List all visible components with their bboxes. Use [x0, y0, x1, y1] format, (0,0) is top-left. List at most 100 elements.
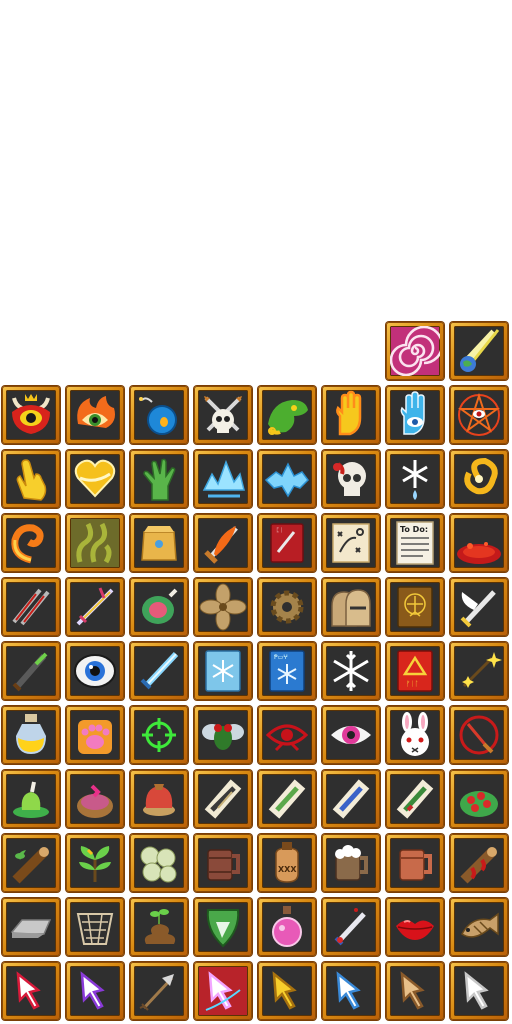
inventory-slot[interactable]	[450, 962, 508, 1020]
inventory-slot[interactable]	[386, 834, 444, 892]
inventory-slot[interactable]	[130, 514, 188, 572]
inventory-slot[interactable]	[2, 962, 60, 1020]
inventory-slot[interactable]	[194, 386, 252, 444]
slot-background	[454, 646, 504, 696]
inventory-slot[interactable]	[66, 898, 124, 956]
slot-background	[70, 710, 120, 760]
inventory-slot[interactable]	[258, 386, 316, 444]
inventory-slot[interactable]	[386, 322, 444, 380]
inventory-slot[interactable]	[2, 770, 60, 828]
inventory-slot[interactable]	[130, 898, 188, 956]
inventory-slot[interactable]	[2, 578, 60, 636]
inventory-slot[interactable]	[322, 898, 380, 956]
inventory-slot[interactable]	[386, 898, 444, 956]
inventory-slot[interactable]	[194, 450, 252, 508]
inventory-slot[interactable]	[2, 514, 60, 572]
inventory-slot[interactable]	[386, 386, 444, 444]
inventory-slot[interactable]	[450, 770, 508, 828]
inventory-slot[interactable]	[2, 834, 60, 892]
slot-background	[6, 902, 56, 952]
inventory-slot[interactable]	[322, 834, 380, 892]
slot-background	[6, 390, 56, 440]
inventory-slot[interactable]	[386, 578, 444, 636]
inventory-slot[interactable]	[258, 962, 316, 1020]
inventory-slot[interactable]	[130, 770, 188, 828]
inventory-slot[interactable]	[130, 962, 188, 1020]
inventory-slot[interactable]: Ᵽ▭ⵖ	[258, 642, 316, 700]
inventory-slot[interactable]	[66, 386, 124, 444]
inventory-slot[interactable]	[66, 514, 124, 572]
inventory-slot[interactable]	[194, 834, 252, 892]
slot-background	[326, 518, 376, 568]
ice-sword-icon	[140, 651, 179, 690]
inventory-slot[interactable]	[194, 514, 252, 572]
inventory-slot[interactable]	[450, 898, 508, 956]
inventory-slot[interactable]	[322, 706, 380, 764]
inventory-slot[interactable]	[258, 770, 316, 828]
inventory-slot[interactable]	[386, 450, 444, 508]
inventory-slot[interactable]	[450, 514, 508, 572]
inventory-slot[interactable]	[194, 642, 252, 700]
inventory-slot[interactable]	[194, 962, 252, 1020]
inventory-slot[interactable]	[258, 578, 316, 636]
slot-background	[390, 710, 440, 760]
cracked-skull-icon	[333, 462, 366, 496]
inventory-slot[interactable]	[194, 898, 252, 956]
inventory-slot[interactable]	[130, 450, 188, 508]
flaming-eye-icon	[77, 396, 115, 428]
inventory-slot[interactable]	[322, 770, 380, 828]
inventory-slot[interactable]	[130, 834, 188, 892]
inventory-slot[interactable]	[450, 706, 508, 764]
inventory-slot[interactable]	[450, 386, 508, 444]
inventory-slot[interactable]	[386, 962, 444, 1020]
inventory-slot[interactable]	[66, 834, 124, 892]
inventory-slot[interactable]	[322, 578, 380, 636]
inventory-slot[interactable]	[66, 706, 124, 764]
inventory-slot[interactable]	[66, 962, 124, 1020]
inventory-slot[interactable]	[386, 770, 444, 828]
inventory-slot[interactable]	[322, 514, 380, 572]
inventory-slot[interactable]	[2, 642, 60, 700]
inventory-slot[interactable]	[386, 706, 444, 764]
inventory-slot[interactable]	[2, 386, 60, 444]
inventory-slot[interactable]	[258, 898, 316, 956]
inventory-slot[interactable]	[66, 450, 124, 508]
inventory-slot[interactable]	[322, 386, 380, 444]
inventory-slot[interactable]	[194, 770, 252, 828]
inventory-slot[interactable]	[2, 706, 60, 764]
inventory-slot[interactable]	[450, 322, 508, 380]
inventory-slot[interactable]	[2, 450, 60, 508]
red-eye-sigil-icon	[265, 724, 309, 752]
inventory-slot[interactable]	[130, 386, 188, 444]
inventory-slot[interactable]	[258, 450, 316, 508]
inventory-slot[interactable]	[450, 578, 508, 636]
fish-icon	[461, 912, 499, 938]
inventory-slot[interactable]	[194, 578, 252, 636]
slot-background	[134, 518, 184, 568]
berry-salad-icon	[460, 791, 498, 817]
inventory-slot[interactable]: ᛈᛁ	[258, 514, 316, 572]
slot-background	[134, 902, 184, 952]
inventory-slot[interactable]	[450, 450, 508, 508]
inventory-slot[interactable]	[66, 642, 124, 700]
inventory-slot[interactable]: XXX	[258, 834, 316, 892]
inventory-slot[interactable]	[130, 706, 188, 764]
inventory-slot[interactable]	[2, 898, 60, 956]
inventory-slot[interactable]	[258, 706, 316, 764]
inventory-slot[interactable]	[130, 642, 188, 700]
inventory-slot[interactable]	[450, 642, 508, 700]
paw-print-icon	[78, 720, 112, 754]
inventory-slot[interactable]	[322, 450, 380, 508]
inventory-slot[interactable]	[450, 834, 508, 892]
inventory-slot[interactable]	[66, 770, 124, 828]
inventory-slot[interactable]	[322, 642, 380, 700]
inventory-slot[interactable]: ᚠᛁᛚ	[386, 642, 444, 700]
inventory-slot[interactable]: To Do:	[386, 514, 444, 572]
inventory-slot[interactable]	[322, 962, 380, 1020]
rune-book-text: ᚠᛁᛚ	[406, 680, 419, 688]
inventory-slot[interactable]	[194, 706, 252, 764]
dumplings-icon	[140, 846, 177, 883]
inventory-slot[interactable]	[66, 578, 124, 636]
blue-glove-cursor-icon	[336, 971, 361, 1010]
inventory-slot[interactable]	[130, 578, 188, 636]
